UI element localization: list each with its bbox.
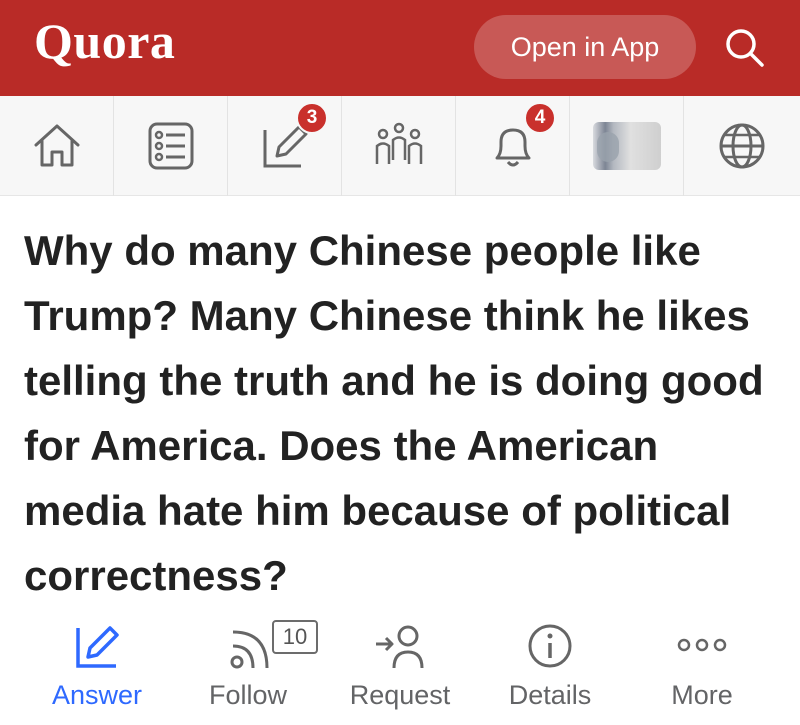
- nav-profile[interactable]: [570, 96, 684, 196]
- more-label: More: [671, 680, 733, 710]
- question-action-bar: Answer 10 Follow Request Details More: [0, 612, 800, 725]
- info-icon: [528, 624, 572, 668]
- profile-avatar: [592, 122, 661, 170]
- question-title: Why do many Chinese people like Trump? M…: [24, 227, 764, 599]
- nav-answer[interactable]: 3: [228, 96, 342, 196]
- top-bar: Quora Open in App: [0, 0, 800, 96]
- icon-nav-bar: 3 4: [0, 96, 800, 196]
- home-icon: [34, 124, 79, 167]
- nav-home[interactable]: [0, 96, 114, 196]
- follow-label: Follow: [208, 680, 288, 710]
- nav-language[interactable]: [684, 96, 800, 196]
- nav-spaces[interactable]: [342, 96, 456, 196]
- follow-rss-icon: [230, 630, 269, 669]
- search-icon: [726, 29, 764, 67]
- search-button[interactable]: [722, 25, 768, 71]
- more-dots-icon: [677, 638, 727, 652]
- following-feed-icon: [148, 122, 193, 170]
- request-label: Request: [349, 680, 451, 710]
- follow-count: 10: [272, 620, 318, 654]
- answer-pencil-icon: [76, 626, 119, 668]
- language-globe-icon: [719, 123, 765, 169]
- more-button[interactable]: More: [622, 612, 782, 725]
- notifications-badge: 4: [524, 102, 556, 134]
- request-button[interactable]: Request: [320, 612, 480, 725]
- answer-button[interactable]: Answer: [17, 612, 177, 725]
- details-label: Details: [508, 680, 592, 710]
- quora-logo[interactable]: Quora: [34, 12, 175, 70]
- nav-notifications[interactable]: 4: [456, 96, 570, 196]
- follow-button[interactable]: 10 Follow: [168, 612, 328, 725]
- answer-label: Answer: [51, 680, 143, 710]
- spaces-people-icon: [375, 122, 422, 164]
- details-button[interactable]: Details: [470, 612, 630, 725]
- request-person-icon: [376, 625, 424, 669]
- nav-following[interactable]: [114, 96, 228, 196]
- open-in-app-button[interactable]: Open in App: [474, 15, 696, 79]
- answer-badge: 3: [296, 102, 328, 134]
